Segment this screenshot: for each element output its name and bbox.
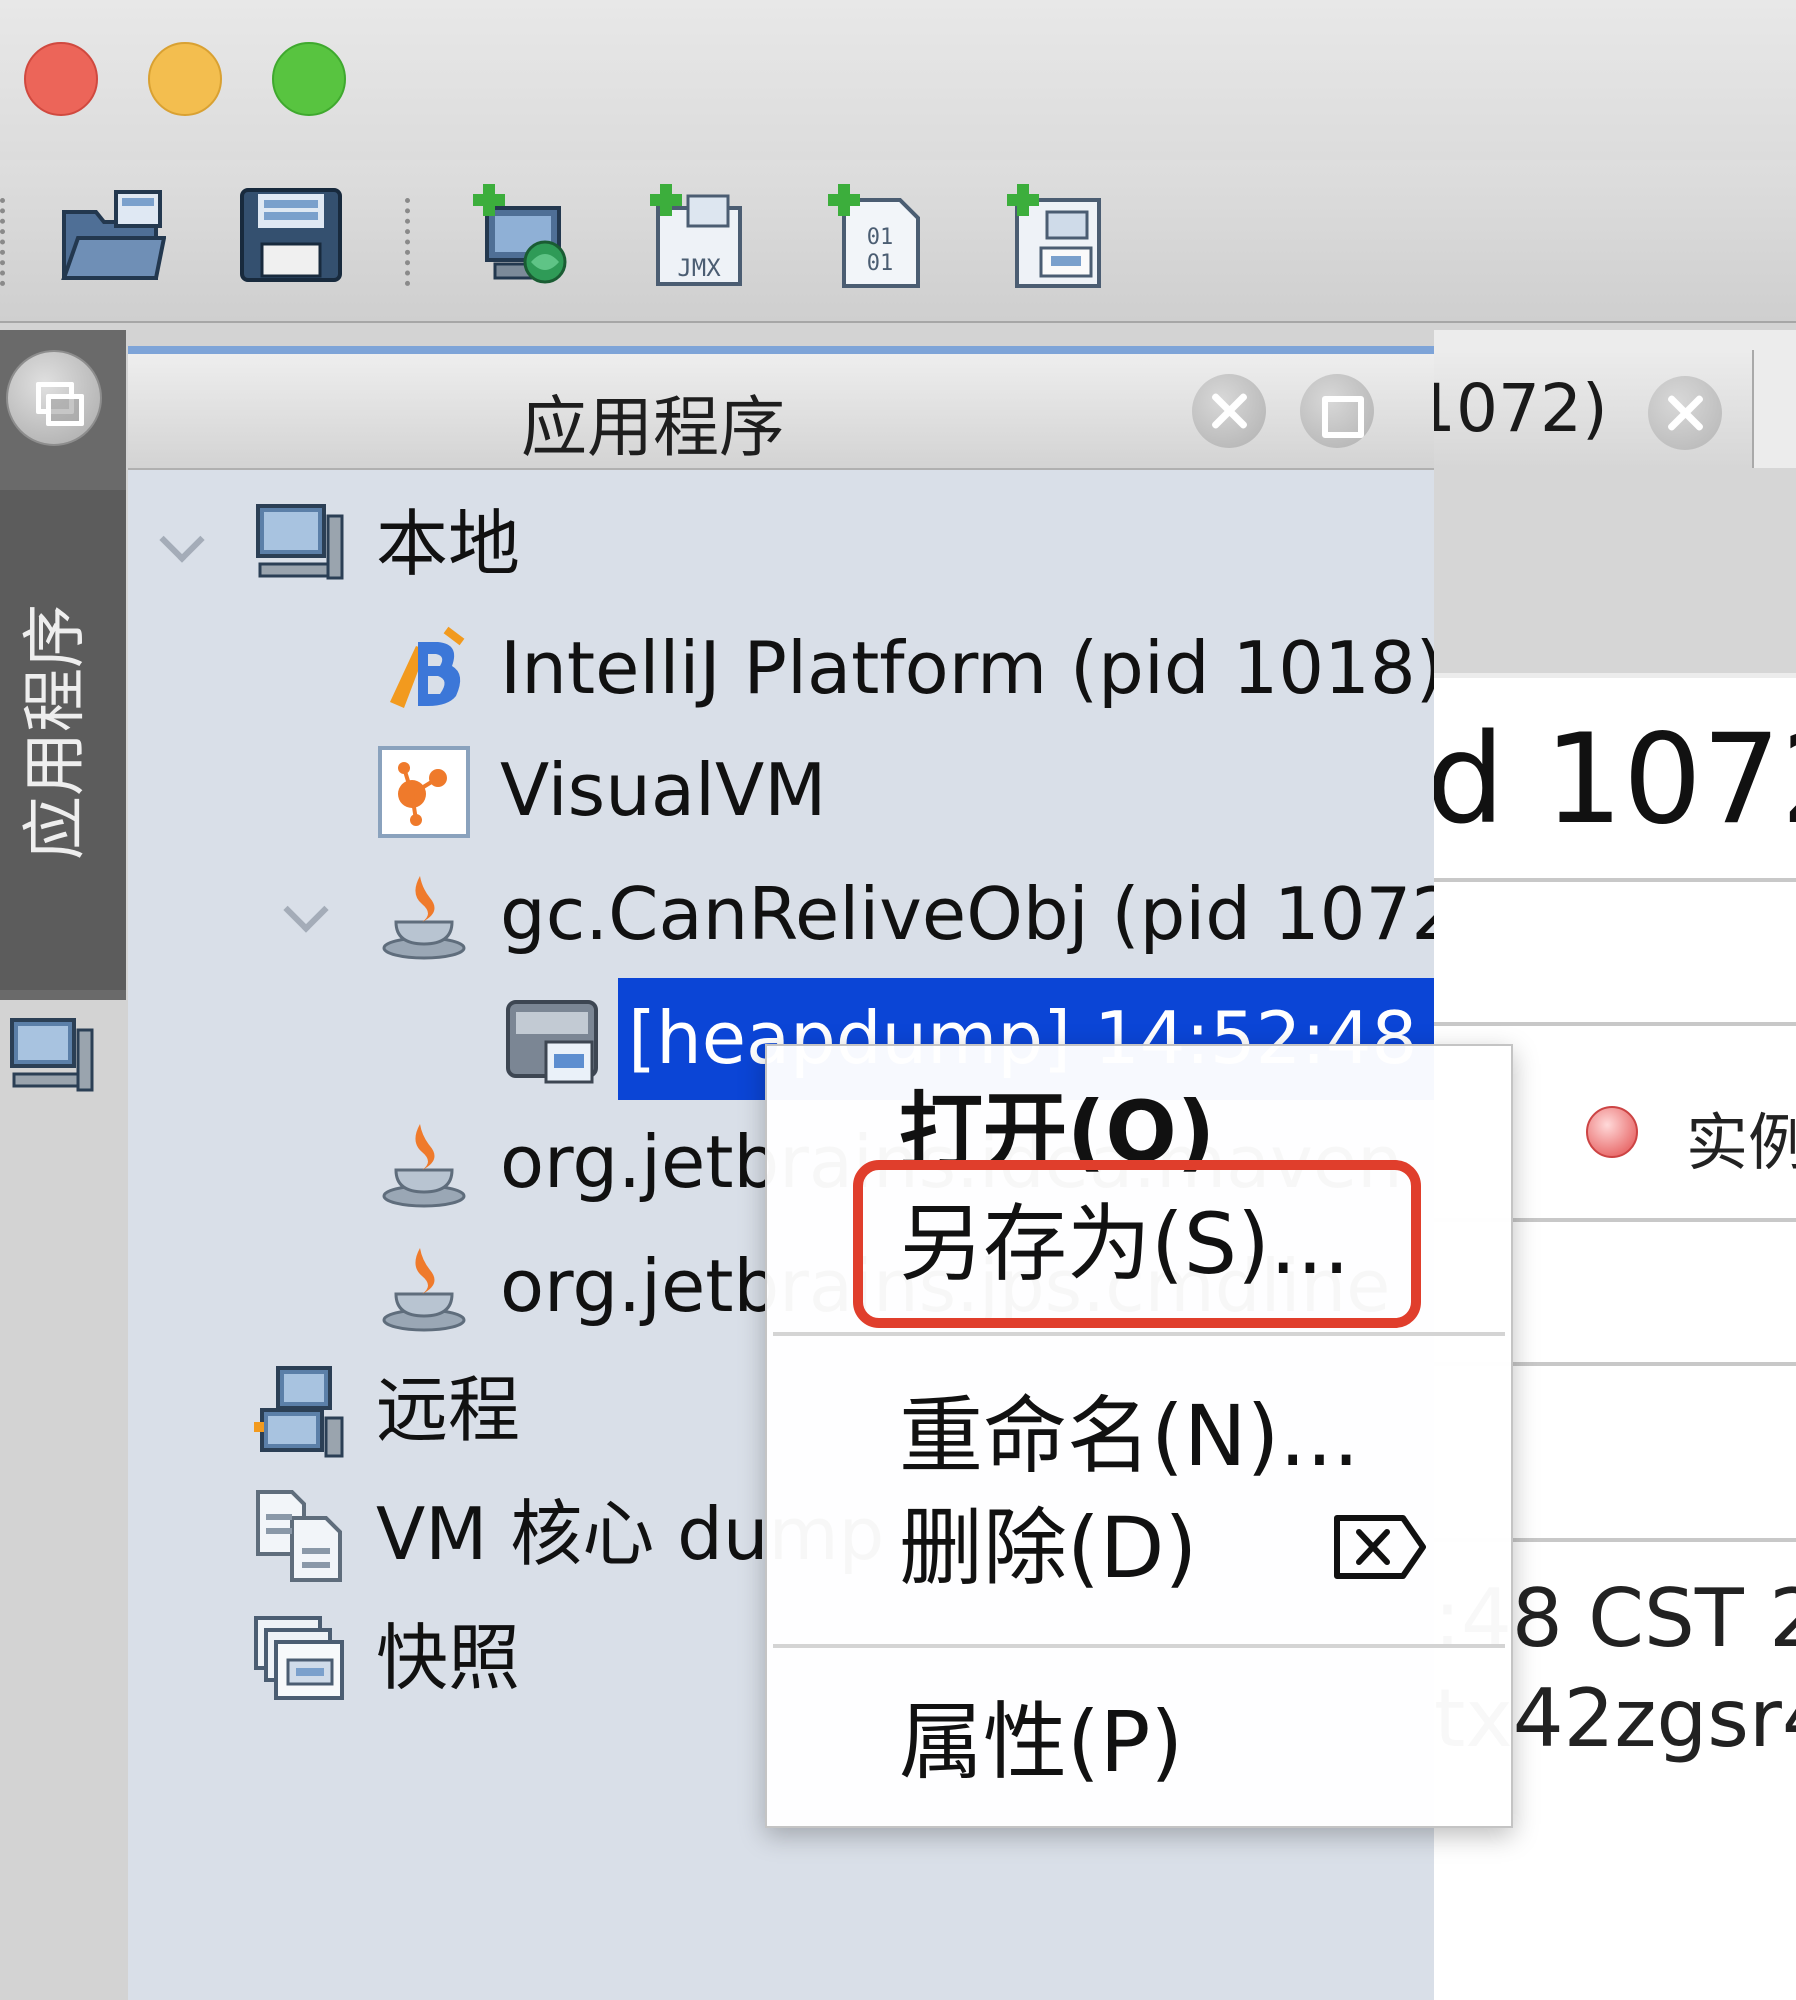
visualvm-icon	[376, 744, 472, 840]
toolbar-grip[interactable]	[0, 198, 5, 286]
java-app-icon	[376, 1240, 472, 1336]
tree-node-label: 本地	[376, 502, 521, 586]
chevron-down-icon[interactable]	[274, 888, 334, 948]
java-app-icon	[376, 1116, 472, 1212]
menu-item-open[interactable]: 打开(O)	[767, 1078, 1511, 1188]
instances-icon	[1586, 1106, 1638, 1158]
add-core-dump-icon: 01 01	[828, 184, 920, 288]
menu-item-properties[interactable]: 属性(P)	[767, 1688, 1511, 1798]
snapshots-icon	[252, 1612, 348, 1708]
window-zoom-button[interactable]	[272, 42, 346, 116]
minimized-side-strip: 应用程序	[0, 330, 126, 1092]
svg-text:01: 01	[867, 251, 894, 276]
menu-item-label: 属性(P)	[899, 1693, 1184, 1791]
load-snapshot-button[interactable]	[56, 182, 167, 292]
panel-title: 应用程序	[521, 389, 785, 466]
menu-item-label: 重命名(N)...	[899, 1387, 1360, 1485]
divider	[1434, 878, 1796, 882]
menu-item-rename[interactable]: 重命名(N)...	[767, 1382, 1511, 1492]
add-jmx-icon: JMX	[650, 184, 742, 286]
intellij-icon	[376, 622, 472, 718]
add-remote-host-icon	[473, 184, 567, 284]
applications-panel-header: 应用程序	[128, 354, 1434, 470]
java-app-icon	[376, 868, 472, 964]
minimized-tab-label: 应用程序	[19, 604, 93, 860]
computer-icon	[252, 498, 348, 594]
floppy-disk-icon	[240, 188, 342, 282]
tree-node-label: 快照	[376, 1616, 521, 1700]
menu-item-label: 打开(O)	[899, 1083, 1216, 1181]
editor-heading: d 1072)	[1426, 708, 1796, 852]
window-close-button[interactable]	[24, 42, 98, 116]
minimized-applications-tab[interactable]: 应用程序	[0, 490, 126, 1092]
context-menu: 打开(O) 另存为(S)... 重命名(N)... 删除(D) 属性(P)	[765, 1044, 1513, 1828]
computer-icon	[10, 1018, 94, 1092]
tree-node-visualvm[interactable]: VisualVM	[128, 734, 1434, 844]
svg-text:JMX: JMX	[677, 254, 721, 282]
svg-text:01: 01	[867, 225, 894, 250]
remote-hosts-icon	[252, 1364, 348, 1460]
tree-node-local[interactable]: 本地	[128, 488, 1434, 598]
add-snapshot-icon	[1007, 184, 1101, 288]
delete-key-icon	[1334, 1515, 1426, 1579]
toolbar-grip[interactable]	[405, 198, 410, 286]
add-jmx-connection-button[interactable]: JMX	[644, 182, 754, 292]
visualvm-window: JMX 01 01 应用程序 1072) d 107 实例:48 CST 2 …	[0, 0, 1796, 2000]
tree-node-gc-canreliveobj[interactable]: gc.CanReliveObj (pid 1072)	[128, 858, 1434, 968]
menu-item-save-as[interactable]: 另存为(S)...	[767, 1190, 1511, 1300]
core-dump-icon	[252, 1488, 348, 1584]
toolbar: JMX 01 01	[0, 160, 1796, 323]
chevron-down-icon[interactable]	[150, 518, 210, 578]
window-minimize-button[interactable]	[148, 42, 222, 116]
menu-item-label: 删除(D)	[899, 1499, 1198, 1597]
open-folder-icon	[61, 190, 167, 280]
add-core-dump-button[interactable]: 01 01	[822, 182, 932, 292]
menu-item-delete[interactable]: 删除(D)	[767, 1494, 1511, 1604]
add-snapshot-button[interactable]	[1001, 182, 1111, 292]
panel-close-icon[interactable]	[1192, 374, 1266, 448]
heapdump-icon	[504, 992, 600, 1088]
editor-tab-close-icon[interactable]	[1648, 376, 1722, 450]
instances-label[interactable]: 实例	[1686, 1092, 1796, 1182]
menu-separator	[773, 1644, 1505, 1648]
title-bar	[0, 0, 1796, 160]
add-remote-host-button[interactable]	[465, 182, 575, 292]
menu-separator	[773, 1332, 1505, 1336]
save-button[interactable]	[236, 182, 346, 292]
restore-window-group-icon[interactable]	[6, 350, 102, 446]
menu-item-label: 另存为(S)...	[899, 1195, 1350, 1293]
editor-toolbar	[1434, 468, 1796, 673]
tree-node-label: 远程	[376, 1368, 521, 1452]
tree-node-label: VisualVM	[500, 748, 827, 832]
panel-minimize-icon[interactable]	[1300, 374, 1374, 448]
tree-node-intellij[interactable]: IntelliJ Platform (pid 1018)	[128, 612, 1434, 722]
divider	[1434, 1022, 1796, 1026]
editor-tab-label: 1072)	[1414, 370, 1608, 447]
tree-node-label: IntelliJ Platform (pid 1018)	[500, 626, 1434, 710]
tree-node-label: gc.CanReliveObj (pid 1072)	[500, 872, 1434, 956]
